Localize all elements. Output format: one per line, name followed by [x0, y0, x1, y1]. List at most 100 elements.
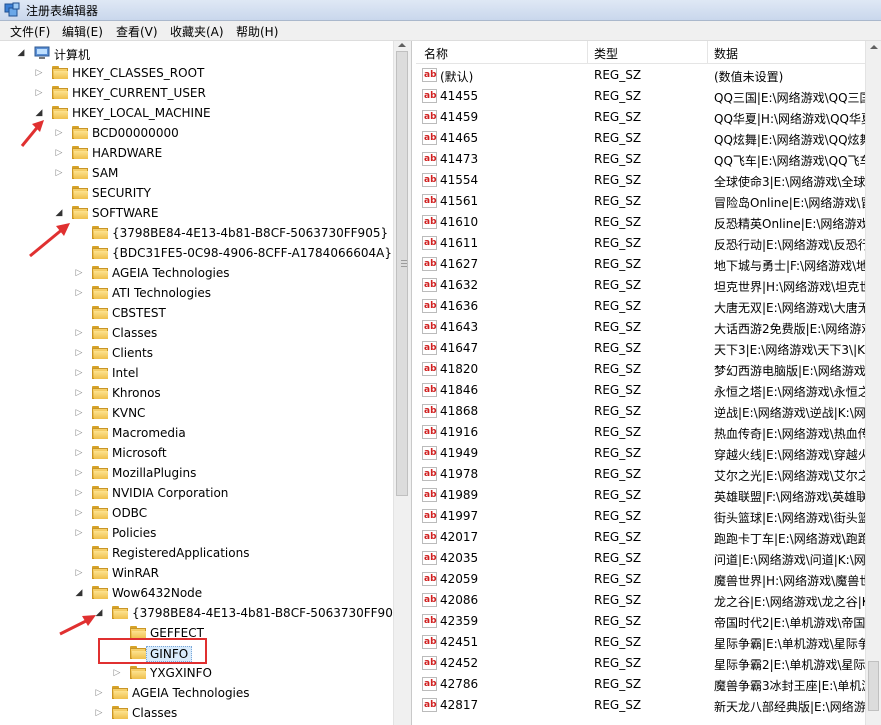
tree-item[interactable]: ▷ WinRAR	[0, 563, 393, 583]
tree-item[interactable]: ▷ SAM	[0, 163, 393, 183]
tree-item[interactable]: ▷ Macromedia	[0, 423, 393, 443]
collapse-arrow-icon[interactable]: ◢	[16, 48, 26, 58]
tree-item[interactable]: ▷ Policies	[0, 523, 393, 543]
expand-arrow-icon[interactable]: ▷	[94, 708, 104, 718]
tree-item[interactable]: ▷ NVIDIA Corporation	[0, 483, 393, 503]
tree-item[interactable]: ▷ HKEY_CLASSES_ROOT	[0, 63, 393, 83]
expand-arrow-icon[interactable]: ▷	[74, 488, 84, 498]
list-item[interactable]: ab 42817 REG_SZ 新天龙八部经典版|E:\网络游戏\	[416, 695, 881, 716]
expand-arrow-icon[interactable]: ▷	[74, 388, 84, 398]
tree-item[interactable]: ▷ AGEIA Technologies	[0, 263, 393, 283]
tree-item[interactable]: ▷ Microsoft	[0, 443, 393, 463]
list-item[interactable]: ab 41554 REG_SZ 全球使命3|E:\网络游戏\全球使命	[416, 170, 881, 191]
expand-arrow-icon[interactable]: ▷	[54, 128, 64, 138]
tree-item[interactable]: ▷ AGEIA Technologies	[0, 683, 393, 703]
tree-item[interactable]: ◢ HKEY_LOCAL_MACHINE	[0, 103, 393, 123]
menu-edit[interactable]: 编辑(E)	[60, 23, 105, 40]
expand-arrow-icon[interactable]: ▷	[74, 368, 84, 378]
tree-item[interactable]: SECURITY	[0, 183, 393, 203]
scroll-up-arrow-icon[interactable]	[870, 45, 878, 49]
menu-view[interactable]: 查看(V)	[114, 23, 160, 40]
menu-file[interactable]: 文件(F)	[8, 23, 52, 40]
tree-item[interactable]: ▷ Clients	[0, 343, 393, 363]
scroll-up-arrow-icon[interactable]	[398, 43, 406, 47]
expand-arrow-icon[interactable]: ▷	[74, 568, 84, 578]
tree-item[interactable]: CBSTEST	[0, 303, 393, 323]
expand-arrow-icon[interactable]: ▷	[34, 68, 44, 78]
tree-item[interactable]: ▷ Khronos	[0, 383, 393, 403]
list-item[interactable]: ab 41978 REG_SZ 艾尔之光|E:\网络游戏\艾尔之光	[416, 464, 881, 485]
menu-favorites[interactable]: 收藏夹(A)	[168, 23, 226, 40]
list-item[interactable]: ab 41643 REG_SZ 大话西游2免费版|E:\网络游戏\大	[416, 317, 881, 338]
list-item[interactable]: ab 41997 REG_SZ 街头篮球|E:\网络游戏\街头篮球	[416, 506, 881, 527]
list-item[interactable]: ab 41465 REG_SZ QQ炫舞|E:\网络游戏\QQ炫舞|	[416, 128, 881, 149]
list-item[interactable]: ab 42086 REG_SZ 龙之谷|E:\网络游戏\龙之谷|K:\	[416, 590, 881, 611]
tree-item[interactable]: RegisteredApplications	[0, 543, 393, 563]
expand-arrow-icon[interactable]: ▷	[54, 148, 64, 158]
tree-item[interactable]: ▷ KVNC	[0, 403, 393, 423]
list-item[interactable]: ab 41455 REG_SZ QQ三国|E:\网络游戏\QQ三国|	[416, 86, 881, 107]
tree-item[interactable]: ▷ Intel	[0, 363, 393, 383]
tree-item[interactable]: ▷ Classes	[0, 703, 393, 723]
list-item[interactable]: ab 41949 REG_SZ 穿越火线|E:\网络游戏\穿越火线	[416, 443, 881, 464]
column-header-type[interactable]: 类型	[594, 45, 618, 62]
list-item[interactable]: ab 41610 REG_SZ 反恐精英Online|E:\网络游戏\反	[416, 212, 881, 233]
list-scrollbar-thumb[interactable]	[868, 661, 879, 711]
values-list[interactable]: 名称 类型 数据 ab (默认) REG_SZ (数值未设置) ab 41455 REG_S…	[416, 41, 881, 725]
list-item[interactable]: ab 42359 REG_SZ 帝国时代2|E:\单机游戏\帝国时代	[416, 611, 881, 632]
collapse-arrow-icon[interactable]: ◢	[54, 208, 64, 218]
list-item[interactable]: ab 41473 REG_SZ QQ飞车|E:\网络游戏\QQ飞车|	[416, 149, 881, 170]
list-item[interactable]: ab 42452 REG_SZ 星际争霸2|E:\单机游戏\星际争霸	[416, 653, 881, 674]
list-item[interactable]: ab 41916 REG_SZ 热血传奇|E:\网络游戏\热血传奇	[416, 422, 881, 443]
expand-arrow-icon[interactable]: ▷	[74, 428, 84, 438]
tree-scrollbar-thumb[interactable]	[396, 51, 408, 496]
collapse-arrow-icon[interactable]: ◢	[34, 108, 44, 118]
expand-arrow-icon[interactable]: ▷	[112, 668, 122, 678]
tree-item[interactable]: ◢ 计算机	[0, 43, 393, 63]
list-item[interactable]: ab 41611 REG_SZ 反恐行动|E:\网络游戏\反恐行动	[416, 233, 881, 254]
tree-item[interactable]: ▷ Classes	[0, 323, 393, 343]
expand-arrow-icon[interactable]: ▷	[74, 348, 84, 358]
list-item[interactable]: ab 42786 REG_SZ 魔兽争霸3冰封王座|E:\单机游戏	[416, 674, 881, 695]
list-item[interactable]: ab 42035 REG_SZ 问道|E:\网络游戏\问道|K:\网络	[416, 548, 881, 569]
expand-arrow-icon[interactable]: ▷	[74, 468, 84, 478]
collapse-arrow-icon[interactable]: ◢	[74, 588, 84, 598]
list-item[interactable]: ab 41459 REG_SZ QQ华夏|H:\网络游戏\QQ华夏|	[416, 107, 881, 128]
list-item[interactable]: ab 41627 REG_SZ 地下城与勇士|F:\网络游戏\地下	[416, 254, 881, 275]
tree-scrollbar[interactable]	[393, 41, 411, 725]
tree-item[interactable]: ▷ YXGXINFO	[0, 663, 393, 683]
tree-item[interactable]: ▷ ODBC	[0, 503, 393, 523]
list-item[interactable]: ab 41647 REG_SZ 天下3|E:\网络游戏\天下3\|K:\网	[416, 338, 881, 359]
expand-arrow-icon[interactable]: ▷	[94, 688, 104, 698]
tree-item[interactable]: ▷ BCD00000000	[0, 123, 393, 143]
tree-item[interactable]: ▷ HARDWARE	[0, 143, 393, 163]
expand-arrow-icon[interactable]: ▷	[74, 408, 84, 418]
list-item[interactable]: ab 41820 REG_SZ 梦幻西游电脑版|E:\网络游戏\梦	[416, 359, 881, 380]
expand-arrow-icon[interactable]: ▷	[74, 288, 84, 298]
expand-arrow-icon[interactable]: ▷	[74, 448, 84, 458]
expand-arrow-icon[interactable]: ▷	[34, 88, 44, 98]
menu-help[interactable]: 帮助(H)	[234, 23, 280, 40]
list-item[interactable]: ab 41868 REG_SZ 逆战|E:\网络游戏\逆战|K:\网络	[416, 401, 881, 422]
tree-item[interactable]: ◢ Wow6432Node	[0, 583, 393, 603]
list-item[interactable]: ab (默认) REG_SZ (数值未设置)	[416, 65, 881, 86]
list-item[interactable]: ab 42451 REG_SZ 星际争霸|E:\单机游戏\星际争霸	[416, 632, 881, 653]
expand-arrow-icon[interactable]: ▷	[74, 268, 84, 278]
tree-item[interactable]: ▷ HKEY_CURRENT_USER	[0, 83, 393, 103]
expand-arrow-icon[interactable]: ▷	[74, 328, 84, 338]
tree-item[interactable]: ▷ MozillaPlugins	[0, 463, 393, 483]
list-item[interactable]: ab 41989 REG_SZ 英雄联盟|F:\网络游戏\英雄联盟	[416, 485, 881, 506]
list-item[interactable]: ab 41632 REG_SZ 坦克世界|H:\网络游戏\坦克世界	[416, 275, 881, 296]
expand-arrow-icon[interactable]: ▷	[74, 528, 84, 538]
column-header-data[interactable]: 数据	[714, 45, 738, 62]
list-item[interactable]: ab 41561 REG_SZ 冒险岛Online|E:\网络游戏\冒险	[416, 191, 881, 212]
list-scrollbar[interactable]	[865, 41, 881, 725]
list-item[interactable]: ab 42059 REG_SZ 魔兽世界|H:\网络游戏\魔兽世界	[416, 569, 881, 590]
tree-item[interactable]: ▷ ATI Technologies	[0, 283, 393, 303]
column-header-name[interactable]: 名称	[424, 45, 448, 62]
expand-arrow-icon[interactable]: ▷	[74, 508, 84, 518]
expand-arrow-icon[interactable]: ▷	[54, 168, 64, 178]
list-item[interactable]: ab 42017 REG_SZ 跑跑卡丁车|E:\网络游戏\跑跑卡	[416, 527, 881, 548]
list-item[interactable]: ab 41846 REG_SZ 永恒之塔|E:\网络游戏\永恒之塔	[416, 380, 881, 401]
list-item[interactable]: ab 41636 REG_SZ 大唐无双|E:\网络游戏\大唐无双	[416, 296, 881, 317]
